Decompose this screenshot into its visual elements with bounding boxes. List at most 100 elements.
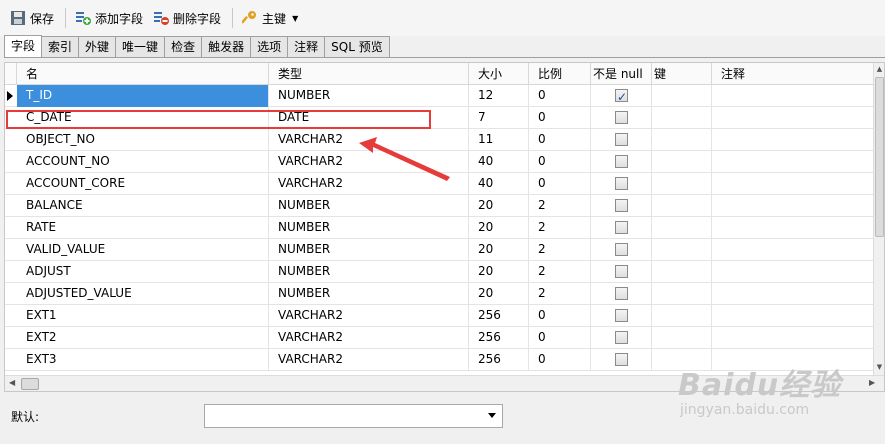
not-null-checkbox[interactable]: [615, 353, 628, 366]
cell-name[interactable]: ACCOUNT_CORE: [17, 173, 269, 195]
cell-comment[interactable]: [712, 151, 873, 173]
header-name[interactable]: 名: [17, 63, 269, 85]
add-field-button[interactable]: 添加字段: [71, 6, 147, 30]
cell-size[interactable]: 40: [469, 173, 529, 195]
tab-comment[interactable]: 注释: [287, 36, 326, 57]
cell-size[interactable]: 12: [469, 85, 529, 107]
vertical-scrollbar[interactable]: ▲ ▼: [873, 63, 884, 375]
scroll-left-icon[interactable]: ◀: [9, 378, 15, 387]
cell-key[interactable]: [652, 85, 712, 107]
cell-comment[interactable]: [712, 173, 873, 195]
cell-key[interactable]: [652, 327, 712, 349]
cell-key[interactable]: [652, 129, 712, 151]
table-row[interactable]: T_ID NUMBER 12 0: [5, 85, 873, 107]
cell-size[interactable]: 20: [469, 217, 529, 239]
tab-foreign-keys[interactable]: 外键: [78, 36, 117, 57]
cell-scale[interactable]: 2: [529, 283, 591, 305]
table-row[interactable]: ADJUST NUMBER 20 2: [5, 261, 873, 283]
cell-key[interactable]: [652, 107, 712, 129]
cell-type[interactable]: VARCHAR2: [269, 327, 469, 349]
cell-key[interactable]: [652, 217, 712, 239]
cell-size[interactable]: 20: [469, 195, 529, 217]
header-size[interactable]: 大小: [469, 63, 529, 85]
not-null-checkbox[interactable]: [615, 331, 628, 344]
cell-type[interactable]: VARCHAR2: [269, 305, 469, 327]
cell-name[interactable]: T_ID: [17, 85, 269, 107]
cell-scale[interactable]: 0: [529, 305, 591, 327]
cell-key[interactable]: [652, 261, 712, 283]
tab-checks[interactable]: 检查: [164, 36, 203, 57]
table-row[interactable]: VALID_VALUE NUMBER 20 2: [5, 239, 873, 261]
header-not-null[interactable]: 不是 null: [591, 63, 652, 85]
cell-name[interactable]: EXT2: [17, 327, 269, 349]
cell-comment[interactable]: [712, 129, 873, 151]
cell-scale[interactable]: 2: [529, 217, 591, 239]
not-null-checkbox[interactable]: [615, 221, 628, 234]
cell-name[interactable]: ADJUST: [17, 261, 269, 283]
cell-scale[interactable]: 0: [529, 349, 591, 371]
cell-scale[interactable]: 2: [529, 195, 591, 217]
cell-name[interactable]: ADJUSTED_VALUE: [17, 283, 269, 305]
cell-name[interactable]: EXT1: [17, 305, 269, 327]
cell-comment[interactable]: [712, 327, 873, 349]
cell-key[interactable]: [652, 195, 712, 217]
default-value-select[interactable]: [204, 404, 503, 428]
chevron-down-icon[interactable]: [488, 413, 496, 418]
cell-type[interactable]: NUMBER: [269, 239, 469, 261]
not-null-checkbox[interactable]: [615, 177, 628, 190]
cell-name[interactable]: ACCOUNT_NO: [17, 151, 269, 173]
header-scale[interactable]: 比例: [529, 63, 591, 85]
cell-scale[interactable]: 0: [529, 151, 591, 173]
header-comment[interactable]: 注释: [712, 63, 873, 85]
not-null-checkbox[interactable]: [615, 287, 628, 300]
cell-comment[interactable]: [712, 305, 873, 327]
tab-sql-preview[interactable]: SQL 预览: [324, 36, 390, 57]
scroll-down-icon[interactable]: ▼: [874, 362, 884, 373]
not-null-checkbox[interactable]: [615, 199, 628, 212]
not-null-checkbox[interactable]: [615, 309, 628, 322]
cell-size[interactable]: 40: [469, 151, 529, 173]
cell-scale[interactable]: 2: [529, 239, 591, 261]
cell-scale[interactable]: 0: [529, 327, 591, 349]
not-null-checkbox[interactable]: [615, 155, 628, 168]
tab-indexes[interactable]: 索引: [41, 36, 80, 57]
cell-size[interactable]: 256: [469, 305, 529, 327]
cell-size[interactable]: 7: [469, 107, 529, 129]
cell-comment[interactable]: [712, 195, 873, 217]
table-row[interactable]: ADJUSTED_VALUE NUMBER 20 2: [5, 283, 873, 305]
cell-scale[interactable]: 0: [529, 173, 591, 195]
cell-comment[interactable]: [712, 261, 873, 283]
cell-size[interactable]: 20: [469, 261, 529, 283]
cell-key[interactable]: [652, 305, 712, 327]
cell-scale[interactable]: 0: [529, 85, 591, 107]
tab-unique-keys[interactable]: 唯一键: [115, 36, 166, 57]
not-null-checkbox[interactable]: [615, 87, 628, 107]
cell-name[interactable]: RATE: [17, 217, 269, 239]
cell-key[interactable]: [652, 151, 712, 173]
cell-type[interactable]: NUMBER: [269, 217, 469, 239]
header-key[interactable]: 键: [652, 63, 712, 85]
cell-name[interactable]: VALID_VALUE: [17, 239, 269, 261]
delete-field-button[interactable]: 删除字段: [149, 6, 225, 30]
cell-name[interactable]: EXT3: [17, 349, 269, 371]
vertical-scroll-thumb[interactable]: [875, 77, 884, 237]
tab-triggers[interactable]: 触发器: [201, 36, 252, 57]
scroll-up-icon[interactable]: ▲: [874, 64, 884, 75]
table-row[interactable]: BALANCE NUMBER 20 2: [5, 195, 873, 217]
cell-comment[interactable]: [712, 283, 873, 305]
cell-size[interactable]: 256: [469, 327, 529, 349]
table-row[interactable]: RATE NUMBER 20 2: [5, 217, 873, 239]
cell-comment[interactable]: [712, 85, 873, 107]
primary-key-button[interactable]: 主键 ▼: [238, 6, 302, 30]
cell-type[interactable]: NUMBER: [269, 261, 469, 283]
cell-scale[interactable]: 2: [529, 261, 591, 283]
cell-comment[interactable]: [712, 107, 873, 129]
table-row[interactable]: EXT2 VARCHAR2 256 0: [5, 327, 873, 349]
cell-size[interactable]: 11: [469, 129, 529, 151]
cell-key[interactable]: [652, 173, 712, 195]
not-null-checkbox[interactable]: [615, 265, 628, 278]
cell-name[interactable]: OBJECT_NO: [17, 129, 269, 151]
cell-key[interactable]: [652, 283, 712, 305]
cell-type[interactable]: NUMBER: [269, 195, 469, 217]
save-button[interactable]: 保存: [6, 6, 58, 30]
